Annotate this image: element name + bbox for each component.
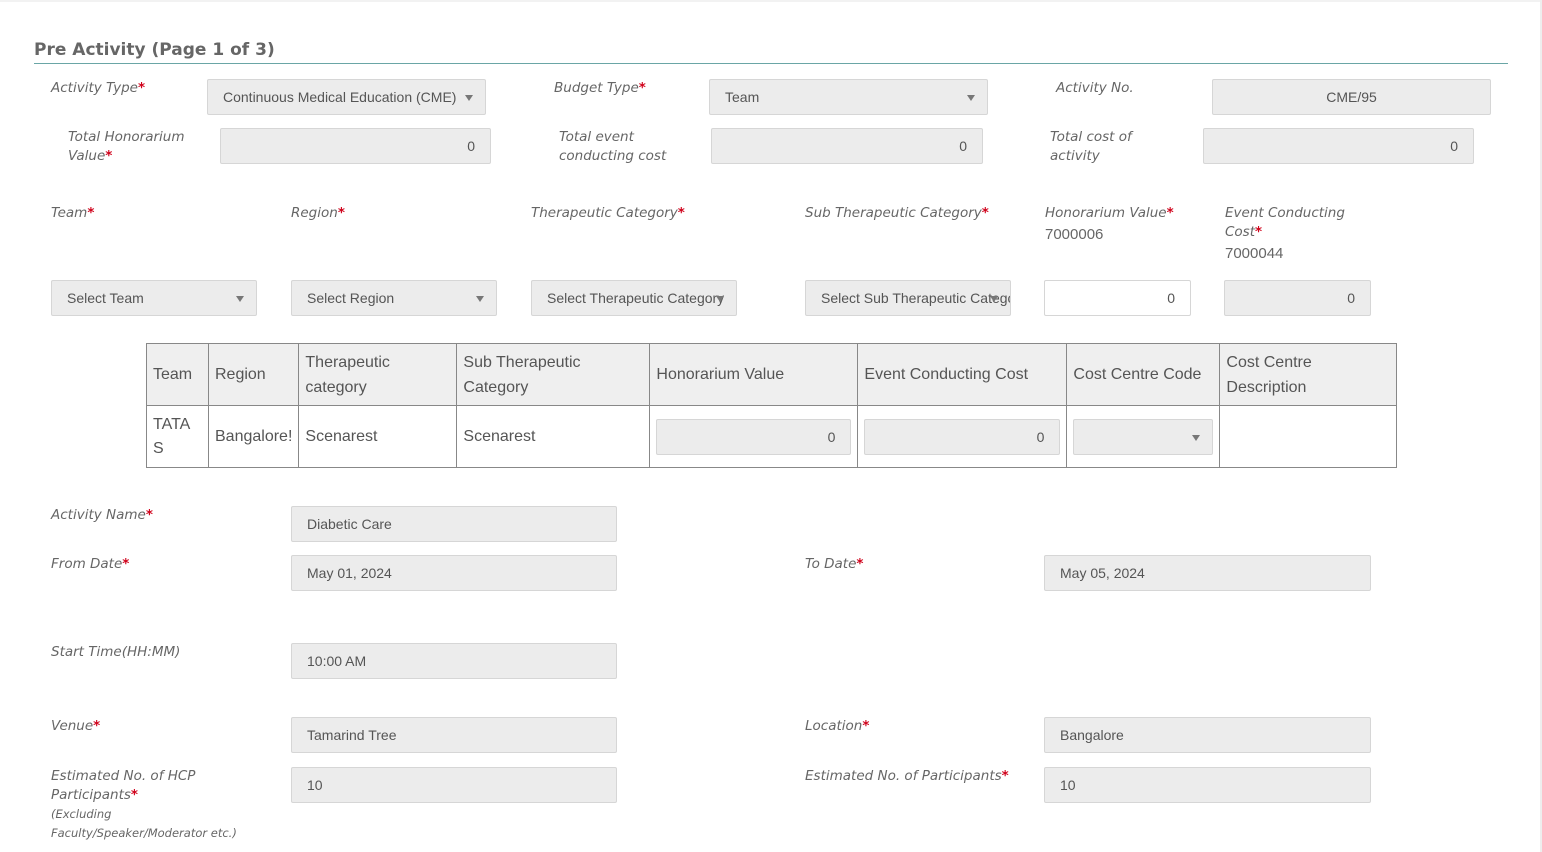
cell-cost-centre-description xyxy=(1219,405,1398,468)
therapeutic-category-label: Therapeutic Category* xyxy=(531,205,685,221)
region-select-placeholder: Select Region xyxy=(307,290,395,306)
activity-type-label: Activity Type* xyxy=(51,80,146,96)
cell-cost-centre-code xyxy=(1066,405,1221,468)
sub-therapeutic-category-select[interactable]: Select Sub Therapeutic Category xyxy=(805,280,1011,316)
table-header-row: Team Region Therapeutic category Sub Ther… xyxy=(146,343,1398,406)
activity-no-field: CME/95 xyxy=(1212,79,1491,115)
total-event-cost-label: Total event conducting cost xyxy=(559,129,667,164)
col-team: Team xyxy=(146,343,209,406)
to-date-label: To Date* xyxy=(805,556,864,572)
activity-type-select[interactable]: Continuous Medical Education (CME) xyxy=(207,79,486,115)
col-event-conducting-cost: Event Conducting Cost xyxy=(857,343,1068,406)
therapeutic-select-placeholder: Select Therapeutic Category xyxy=(547,290,725,306)
chevron-down-icon xyxy=(1192,434,1201,441)
to-date-input[interactable]: May 05, 2024 xyxy=(1044,555,1371,591)
cost-centre-code-select[interactable] xyxy=(1073,418,1214,455)
cell-team: TATA S xyxy=(146,405,209,468)
col-cost-centre-code: Cost Centre Code xyxy=(1066,343,1221,406)
chevron-down-icon xyxy=(967,95,975,101)
participants-label: Estimated No. of Participants* xyxy=(805,768,1009,784)
chevron-down-icon xyxy=(716,296,724,302)
hcp-participants-label: Estimated No. of HCP Participants* (Excl… xyxy=(51,768,237,840)
allocation-table: Team Region Therapeutic category Sub Ther… xyxy=(146,343,1398,468)
total-honorarium-field: 0 xyxy=(220,128,491,164)
venue-label: Venue* xyxy=(51,718,101,734)
page-title: Pre Activity (Page 1 of 3) xyxy=(34,40,275,60)
sub-therapeutic-category-label: Sub Therapeutic Category* xyxy=(805,205,989,221)
total-event-cost-field: 0 xyxy=(711,128,983,164)
honorarium-value-label: Honorarium Value* xyxy=(1045,205,1174,221)
chevron-down-icon xyxy=(476,296,484,302)
chevron-down-icon xyxy=(236,296,244,302)
event-conducting-cost-label: Event Conducting Cost* xyxy=(1225,205,1345,240)
col-sub-therapeutic-category: Sub Therapeutic Category xyxy=(456,343,651,406)
therapeutic-category-select[interactable]: Select Therapeutic Category xyxy=(531,280,737,316)
team-label: Team* xyxy=(51,205,95,221)
row-honorarium-input: 0 xyxy=(656,418,852,455)
sub-therapeutic-select-placeholder: Select Sub Therapeutic Category xyxy=(821,290,1011,306)
hcp-participants-input[interactable]: 10 xyxy=(291,767,617,803)
cell-honorarium-value: 0 xyxy=(649,405,859,468)
chevron-down-icon xyxy=(990,296,998,302)
cell-therapeutic-category: Scenarest xyxy=(298,405,458,468)
activity-name-label: Activity Name* xyxy=(51,507,153,523)
row-event-cost-input: 0 xyxy=(864,418,1061,455)
from-date-input[interactable]: May 01, 2024 xyxy=(291,555,617,591)
activity-name-input[interactable]: Diabetic Care xyxy=(291,506,617,542)
venue-input[interactable]: Tamarind Tree xyxy=(291,717,617,753)
col-honorarium-value: Honorarium Value xyxy=(649,343,859,406)
event-conducting-cost-input: 0 xyxy=(1224,280,1371,316)
hcp-participants-note: (Excluding Faculty/Speaker/Moderator etc… xyxy=(51,807,237,840)
region-label: Region* xyxy=(291,205,345,221)
honorarium-gl-code: 7000006 xyxy=(1045,226,1104,243)
budget-type-label: Budget Type* xyxy=(554,80,646,96)
team-select-placeholder: Select Team xyxy=(67,290,144,306)
cell-event-conducting-cost: 0 xyxy=(857,405,1068,468)
start-time-label: Start Time(HH:MM) xyxy=(51,644,181,660)
start-time-input[interactable]: 10:00 AM xyxy=(291,643,617,679)
activity-no-label: Activity No. xyxy=(1056,80,1134,96)
chevron-down-icon xyxy=(465,95,473,101)
title-divider xyxy=(34,63,1508,64)
event-cost-gl-code: 7000044 xyxy=(1225,245,1284,262)
total-honorarium-label: Total Honorarium Value* xyxy=(68,129,185,164)
from-date-label: From Date* xyxy=(51,556,130,572)
col-cost-centre-description: Cost Centre Description xyxy=(1219,343,1398,406)
region-select[interactable]: Select Region xyxy=(291,280,497,316)
cell-region: Bangalore! xyxy=(207,405,300,468)
budget-type-value: Team xyxy=(725,89,760,105)
honorarium-value-input[interactable]: 0 xyxy=(1044,280,1191,316)
table-row: TATA S Bangalore! Scenarest Scenarest 0 0 xyxy=(146,405,1398,468)
location-input[interactable]: Bangalore xyxy=(1044,717,1371,753)
col-region: Region xyxy=(207,343,300,406)
team-select[interactable]: Select Team xyxy=(51,280,257,316)
cell-sub-therapeutic-category: Scenarest xyxy=(456,405,651,468)
col-therapeutic-category: Therapeutic category xyxy=(298,343,458,406)
budget-type-select[interactable]: Team xyxy=(709,79,988,115)
top-border xyxy=(0,0,1542,2)
total-activity-cost-label: Total cost of activity xyxy=(1050,129,1132,164)
location-label: Location* xyxy=(805,718,870,734)
activity-type-value: Continuous Medical Education (CME) xyxy=(223,89,457,105)
total-activity-cost-field: 0 xyxy=(1203,128,1474,164)
participants-input[interactable]: 10 xyxy=(1044,767,1371,803)
